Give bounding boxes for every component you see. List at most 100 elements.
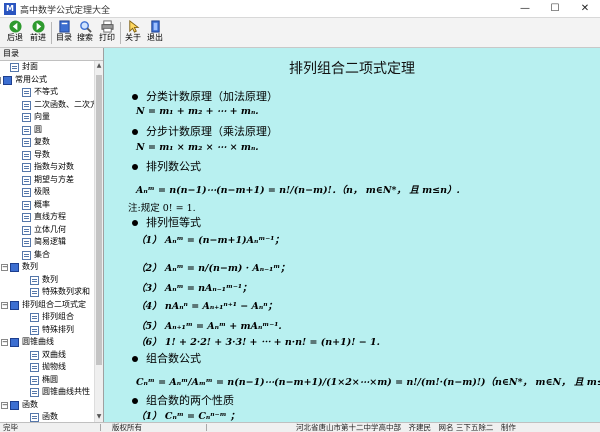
search-icon	[79, 21, 92, 33]
tree-topic-item[interactable]: 期望与方差	[0, 174, 94, 187]
toolbar-separator	[120, 22, 121, 44]
print-button[interactable]: 打印	[96, 19, 118, 47]
tree-item-label: 直线方程	[34, 212, 66, 221]
tree-item-label: 简易逻辑	[34, 237, 66, 246]
forward-button[interactable]: 前进	[27, 19, 49, 47]
tree-item-label: 抛物线	[42, 362, 66, 371]
line-text: Cₙᵐ = Aₙᵐ/Aₘᵐ = n(n−1)⋯(n−m+1)/(1×2×⋯×m)…	[136, 377, 600, 388]
tree-topic-item[interactable]: 立体几何	[0, 224, 94, 237]
page-icon	[22, 88, 31, 97]
tree-topic-item[interactable]: 不等式	[0, 86, 94, 99]
line-text: 组合数的两个性质	[146, 394, 234, 407]
book-icon	[10, 300, 19, 310]
tree-topic-item[interactable]: 二次函数、二次方	[0, 99, 94, 112]
title-bar: M 高中数学公式定理大全 — ☐ ✕	[0, 0, 600, 18]
maximize-button[interactable]: ☐	[540, 0, 570, 18]
search-button[interactable]: 搜索	[74, 19, 96, 47]
line-text: Aₙᵐ = n(n−1)⋯(n−m+1) = n!/(n−m)!．（n， m∈N…	[136, 185, 460, 196]
tree-topic-item[interactable]: 特殊排列	[0, 324, 94, 337]
line-text: （4） nAₙⁿ = Aₙ₊₁ⁿ⁺¹ − Aₙⁿ；	[136, 301, 278, 312]
tree-item-label: 圆	[34, 124, 42, 134]
tree-folder-item[interactable]: − 常用公式	[0, 74, 94, 87]
tree-topic-item[interactable]: 概率	[0, 199, 94, 212]
scroll-down-icon[interactable]: ▼	[95, 412, 103, 422]
tree-item-label: 期望与方差	[34, 174, 74, 184]
status-copyright: 版权所有	[112, 423, 142, 432]
page-icon	[30, 325, 39, 335]
contents-button[interactable]: 目录	[53, 19, 75, 47]
tree-topic-item[interactable]: 极限	[0, 186, 94, 199]
page-icon	[22, 138, 31, 147]
line-text: （1） Cₙᵐ = Cₙⁿ⁻ᵐ ；	[136, 411, 240, 422]
tree-topic-item[interactable]: 直线方程	[0, 211, 94, 224]
tree-expander-icon[interactable]: −	[1, 401, 8, 409]
page-icon	[30, 350, 39, 360]
tree-topic-item[interactable]: 圆锥曲线共性	[0, 386, 94, 399]
page-icon	[30, 288, 39, 297]
tree-topic-item[interactable]: 函数	[0, 411, 94, 422]
close-button[interactable]: ✕	[570, 0, 600, 18]
tree-expander-icon[interactable]: −	[1, 339, 8, 346]
page-title: 排列组合二项式定理	[289, 61, 415, 77]
exit-button[interactable]: 退出	[144, 19, 166, 47]
tree-item-label: 函数	[22, 399, 38, 409]
tree-topic-item[interactable]: 双曲线	[0, 349, 94, 362]
back-button[interactable]: 后退	[4, 19, 26, 47]
tree-topic-item[interactable]: 指数与对数	[0, 161, 94, 174]
tree-folder-item[interactable]: − 圆锥曲线	[0, 336, 94, 349]
tree-topic-item[interactable]: 抛物线	[0, 361, 94, 374]
page-icon	[22, 200, 31, 210]
bullet-icon	[132, 164, 138, 170]
contents-scrollbar[interactable]: ▲ ▼	[94, 61, 103, 422]
about-button[interactable]: 关于	[122, 19, 144, 47]
tree-topic-item[interactable]: 复数	[0, 136, 94, 149]
bullet-icon	[132, 398, 138, 404]
about-icon	[128, 20, 139, 33]
tree-topic-item[interactable]: 导数	[0, 149, 94, 162]
tree-topic-item[interactable]: 数列	[0, 274, 94, 287]
tree-item-label: 数列	[42, 274, 58, 284]
formula-text: （5） Aₙ₊₁ᵐ = Aₙᵐ + mAₙᵐ⁻¹.	[136, 318, 282, 332]
page-icon	[22, 150, 31, 160]
minimize-button[interactable]: —	[510, 0, 540, 18]
tree-item-label: 特殊数列求和	[42, 287, 90, 296]
line-text: 排列恒等式	[146, 216, 201, 229]
page-icon	[30, 363, 39, 372]
tree-expander-icon[interactable]: −	[1, 301, 8, 309]
tree-item-label: 函数	[42, 412, 58, 421]
scroll-up-icon[interactable]: ▲	[95, 61, 103, 71]
line-text: N = m₁ + m₂ + ⋯ + mₙ.	[136, 106, 259, 117]
note-text: 注:规定 0! = 1.	[128, 200, 196, 214]
status-separator	[100, 424, 101, 431]
formula-text: （1） Aₙᵐ = (n−m+1)Aₙᵐ⁻¹；	[136, 232, 284, 246]
tree-expander-icon[interactable]: −	[0, 76, 1, 84]
tree-item-label: 指数与对数	[34, 162, 74, 171]
tree-folder-item[interactable]: − 排列组合二项式定	[0, 299, 94, 312]
section-heading: 分类计数原理（加法原理）	[132, 88, 278, 104]
tree-folder-item[interactable]: − 函数	[0, 399, 94, 412]
tree-topic-item[interactable]: 椭圆	[0, 374, 94, 387]
forward-label: 前进	[30, 33, 46, 42]
tree-expander-icon[interactable]: −	[1, 264, 8, 271]
line-text: N = m₁ × m₂ × ⋯ × mₙ.	[136, 142, 259, 153]
tree-topic-item[interactable]: 圆	[0, 124, 94, 137]
tree-folder-item[interactable]: − 数列	[0, 261, 94, 274]
tree-topic-item[interactable]: 排列组合	[0, 311, 94, 324]
tree-item-label: 排列组合二项式定	[22, 299, 86, 309]
book-icon	[10, 400, 19, 410]
scrollbar-thumb[interactable]	[96, 75, 102, 365]
section-heading: 组合数的两个性质	[132, 392, 234, 408]
exit-label: 退出	[147, 33, 163, 42]
tree-topic-item[interactable]: 集合	[0, 249, 94, 262]
contents-label: 目录	[56, 33, 72, 42]
tree-item-label: 不等式	[34, 87, 58, 96]
page-icon	[22, 163, 31, 172]
page-icon	[22, 113, 31, 122]
back-label: 后退	[7, 33, 23, 42]
bullet-icon	[132, 94, 138, 100]
tree-topic-item[interactable]: 特殊数列求和	[0, 286, 94, 299]
tree-topic-item[interactable]: 简易逻辑	[0, 236, 94, 249]
tree-topic-item[interactable]: 向量	[0, 111, 94, 124]
formula-text: （3） Aₙᵐ = nAₙ₋₁ᵐ⁻¹；	[136, 280, 252, 294]
tree-topic-item[interactable]: 封面	[0, 61, 94, 74]
